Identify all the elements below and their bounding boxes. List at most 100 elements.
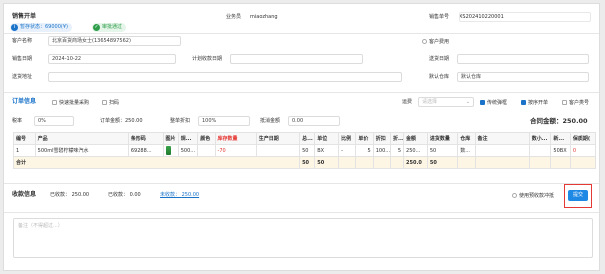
col-header[interactable]: 规...: [177, 132, 199, 145]
audit-status-badge: ✓ 审批通过: [92, 23, 127, 32]
cell-unit-price[interactable]: 5: [355, 144, 374, 157]
delivery-date-input[interactable]: [457, 54, 589, 64]
col-header[interactable]: 数小...: [528, 132, 552, 145]
plan-collect-label: 计划收款日期: [192, 56, 223, 62]
cell-total[interactable]: 50: [299, 144, 316, 157]
tax-input[interactable]: 0%: [34, 116, 74, 126]
col-header[interactable]: 金额: [403, 132, 428, 145]
cell-image[interactable]: [162, 144, 179, 157]
checkbox[interactable]: [52, 100, 57, 105]
sequence-option-checkbox[interactable]: 按序开单: [521, 100, 548, 106]
cell-purchase-qty[interactable]: 50: [426, 144, 459, 157]
divider: [4, 183, 599, 184]
print-option-checkbox[interactable]: 传统弹框: [480, 100, 507, 106]
discount-input[interactable]: 100%: [198, 116, 250, 126]
col-header[interactable]: 保质期(: [569, 132, 597, 145]
cell-new: 50BX: [550, 144, 571, 157]
cell-spec: 500...: [177, 144, 199, 157]
col-header[interactable]: 单位: [314, 132, 340, 145]
col-header[interactable]: 图片: [162, 132, 179, 145]
cell-color: [197, 144, 216, 157]
col-header[interactable]: 条形码: [127, 132, 164, 145]
contract-total: 合同金额：250.00: [530, 117, 588, 125]
customer-fee-radio[interactable]: [422, 39, 427, 44]
sale-date-input[interactable]: 2024-10-22: [48, 54, 176, 64]
tax-label: 税率: [12, 118, 23, 124]
received-amount: 已收款： 250.00: [50, 192, 90, 198]
col-header[interactable]: 折扣: [372, 132, 392, 145]
cell-min-qty: [528, 144, 552, 157]
remark-placeholder: 备注（不得超过...）: [18, 223, 63, 229]
col-header[interactable]: 仓库: [457, 132, 476, 145]
uncollected-amount-link[interactable]: 未收款： 250.00: [160, 193, 199, 198]
order-amount-label: 订单金额：250.00: [100, 118, 143, 124]
col-header[interactable]: 产品: [34, 132, 129, 145]
cell-discount[interactable]: 100...: [372, 144, 392, 157]
delivery-date-label: 送货日期: [429, 56, 450, 62]
table-header-row: 编号 产品 条形码 图片 规... 颜色 库存数量 生产日期 总... 单位 比…: [13, 132, 597, 145]
prepay-radio[interactable]: [512, 193, 517, 198]
cell-unit[interactable]: BX: [314, 144, 340, 157]
col-header[interactable]: 新...: [550, 132, 571, 145]
cell-amount[interactable]: 250...: [403, 144, 428, 157]
col-header[interactable]: 折...: [390, 132, 405, 145]
customer-fee-checkbox[interactable]: 客户费用: [422, 39, 449, 45]
offset-label: 抵消金额: [260, 118, 281, 124]
col-header-stock[interactable]: 库存数量: [214, 132, 257, 145]
delivery-addr-input[interactable]: [48, 72, 402, 82]
customer-input[interactable]: 北京百货商场女士(13654897562): [48, 36, 181, 46]
default-warehouse-select[interactable]: 默认仓库: [457, 72, 589, 82]
info-icon: i: [11, 24, 18, 31]
customer-type-checkbox[interactable]: 客户类号: [562, 100, 589, 106]
plan-collect-input[interactable]: [230, 54, 363, 64]
shipping-label: 运费: [402, 99, 413, 105]
cell-product[interactable]: 500ml雪碧柠檬味汽水: [34, 144, 129, 157]
quick-batch-checkbox[interactable]: 快速批量采购: [52, 100, 89, 106]
remark-textarea[interactable]: 备注（不得超过...）: [13, 218, 593, 258]
offset-input[interactable]: 0.00: [288, 116, 340, 126]
col-header[interactable]: 颜色: [197, 132, 216, 145]
collect-title: 收款信息: [12, 191, 37, 198]
col-header[interactable]: 进货数量: [426, 132, 459, 145]
checkbox-checked[interactable]: [480, 100, 485, 105]
total-qty: 50: [314, 156, 340, 169]
order-info-title: 订单信息: [12, 98, 37, 105]
col-header[interactable]: 单价: [355, 132, 374, 145]
product-thumbnail[interactable]: [165, 146, 171, 155]
divider: [4, 212, 599, 213]
table-total-row: 合计 50 50 250.0 50: [12, 156, 597, 169]
sales-order-card: 销售开单 i 暂存状态：69000(¥) ✓ 审批通过 业务员 miaozhang …: [3, 3, 600, 271]
table-row[interactable]: 1 500ml雪碧柠檬味汽水 69288... 500... -70 50 BX…: [13, 144, 597, 157]
customer-label: 客户名称: [12, 38, 33, 44]
submit-button[interactable]: 提交: [568, 190, 588, 201]
chevron-down-icon: ⌄: [465, 99, 470, 105]
submit-highlight: 提交: [564, 184, 592, 208]
scan-checkbox[interactable]: 扫码: [102, 100, 119, 106]
salesman-value[interactable]: miaozhang: [250, 15, 278, 20]
shipping-select[interactable]: 请选择 ⌄: [418, 97, 474, 107]
checkbox[interactable]: [562, 100, 567, 105]
total-qty: 50: [299, 156, 316, 169]
col-header[interactable]: 编号: [13, 132, 36, 145]
cell-warehouse[interactable]: 数...: [457, 144, 476, 157]
cell-remark[interactable]: [474, 144, 530, 157]
cell-ratio: -: [338, 144, 357, 157]
total-label: 合计: [12, 156, 301, 169]
col-header[interactable]: 比例: [338, 132, 357, 145]
cell-index: 1: [13, 144, 36, 157]
sale-date-label: 销售日期: [12, 56, 33, 62]
cell-production-date[interactable]: [255, 144, 301, 157]
divider: [4, 92, 599, 93]
default-warehouse-label: 默认仓库: [429, 74, 450, 80]
checkbox-checked[interactable]: [521, 100, 526, 105]
discount-label: 整单折扣: [170, 118, 191, 124]
checkbox[interactable]: [102, 100, 107, 105]
delivery-addr-label: 送货地址: [12, 74, 33, 80]
col-header[interactable]: 备注: [474, 132, 530, 145]
col-header[interactable]: 生产日期: [255, 132, 301, 145]
prepay-offset-option[interactable]: 使用预收款冲抵: [512, 193, 554, 199]
col-header[interactable]: 总...: [299, 132, 316, 145]
order-no-field[interactable]: [459, 12, 591, 22]
cell-stock: -70: [214, 144, 257, 157]
cell-discount-price[interactable]: 5: [390, 144, 405, 157]
